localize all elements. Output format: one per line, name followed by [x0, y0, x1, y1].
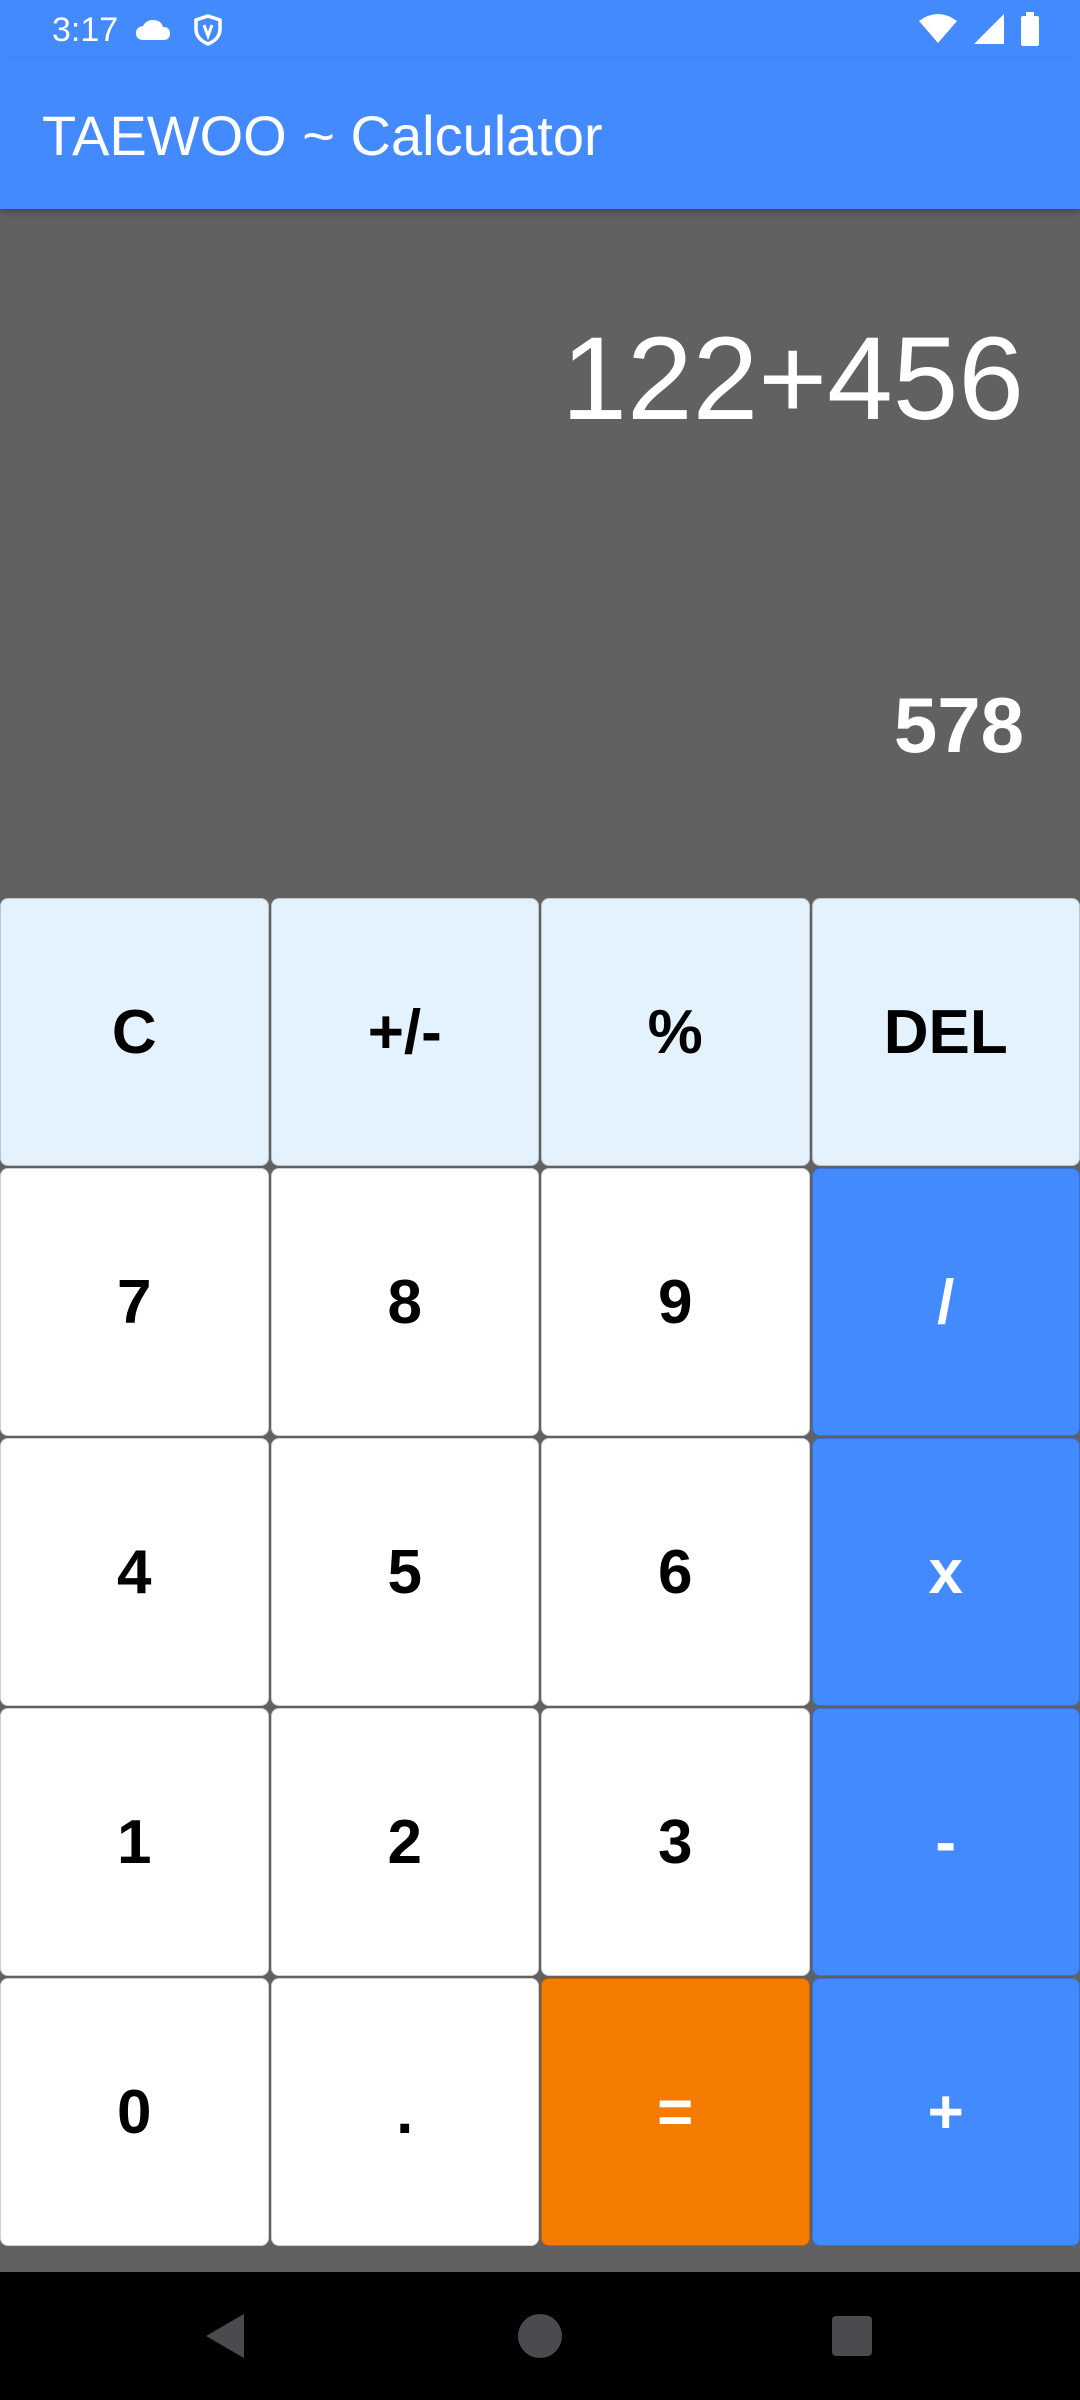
digit-3-button[interactable]: 3	[541, 1708, 810, 1976]
clear-button[interactable]: C	[0, 898, 269, 1166]
add-button[interactable]: +	[811, 1978, 1080, 2246]
status-right-icons	[918, 12, 1040, 51]
result-display: 578	[893, 681, 1024, 769]
digit-2-button[interactable]: 2	[270, 1708, 539, 1976]
multiply-button[interactable]: x	[811, 1438, 1080, 1706]
digit-7-button[interactable]: 7	[0, 1168, 269, 1436]
battery-icon	[1020, 12, 1040, 51]
equals-button[interactable]: =	[541, 1978, 810, 2246]
digit-9-button[interactable]: 9	[541, 1168, 810, 1436]
status-time: 3:17	[52, 11, 119, 49]
calculator-display: 122+456 578	[0, 209, 1080, 898]
digit-6-button[interactable]: 6	[541, 1438, 810, 1706]
percent-button[interactable]: %	[541, 898, 810, 1166]
navigation-bar	[0, 2272, 1080, 2400]
app-title: TAEWOO ~ Calculator	[42, 104, 603, 167]
app-bar: TAEWOO ~ Calculator	[0, 60, 1080, 209]
back-icon[interactable]	[200, 2310, 252, 2362]
cloud-icon	[134, 18, 172, 47]
digit-4-button[interactable]: 4	[0, 1438, 269, 1706]
expression-display: 122+456	[561, 313, 1024, 445]
digit-0-button[interactable]: 0	[0, 1978, 269, 2246]
digit-1-button[interactable]: 1	[0, 1708, 269, 1976]
subtract-button[interactable]: -	[811, 1708, 1080, 1976]
delete-button[interactable]: DEL	[811, 898, 1080, 1166]
keypad: C +/- % DEL 7 8 9 / 4 5 6 x 1 2 3 - 0 . …	[0, 898, 1080, 2246]
wifi-icon	[918, 13, 958, 50]
decimal-button[interactable]: .	[270, 1978, 539, 2246]
digit-8-button[interactable]: 8	[270, 1168, 539, 1436]
home-icon[interactable]	[514, 2310, 566, 2362]
divide-button[interactable]: /	[811, 1168, 1080, 1436]
recents-icon[interactable]	[826, 2310, 878, 2362]
status-left-icons	[134, 14, 222, 51]
shield-icon	[194, 14, 222, 51]
signal-icon	[972, 12, 1006, 51]
toggle-sign-button[interactable]: +/-	[270, 898, 539, 1166]
digit-5-button[interactable]: 5	[270, 1438, 539, 1706]
status-bar: 3:17	[0, 0, 1080, 60]
